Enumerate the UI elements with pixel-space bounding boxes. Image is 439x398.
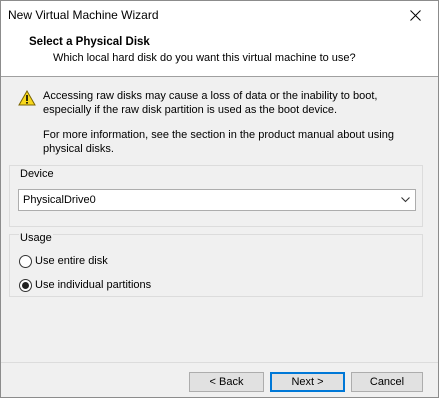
device-select-value: PhysicalDrive0 <box>23 194 96 206</box>
close-icon <box>409 9 421 21</box>
use-individual-partitions-radio[interactable]: Use individual partitions <box>19 278 151 292</box>
chevron-down-icon <box>401 197 410 203</box>
wizard-header: Select a Physical Disk Which local hard … <box>1 29 438 77</box>
title-bar: New Virtual Machine Wizard <box>1 1 438 29</box>
radio-circle[interactable] <box>19 278 32 292</box>
info-line: For more information, see the section in… <box>43 129 394 141</box>
info-message: For more information, see the section in… <box>43 128 413 156</box>
warning-line: Accessing raw disks may cause a loss of … <box>43 90 378 102</box>
warning-icon <box>18 90 36 106</box>
device-select[interactable]: PhysicalDrive0 <box>18 189 416 211</box>
back-button[interactable]: < Back <box>189 372 264 392</box>
next-button[interactable]: Next > <box>270 372 345 392</box>
usage-group-label: Usage <box>19 232 53 244</box>
radio-label: Use individual partitions <box>35 279 152 291</box>
footer-divider <box>1 362 438 363</box>
use-entire-disk-radio[interactable]: Use entire disk <box>19 254 108 268</box>
radio-label: Use entire disk <box>35 255 108 267</box>
cancel-button[interactable]: Cancel <box>351 372 423 392</box>
page-title: Select a Physical Disk <box>29 36 150 48</box>
page-subtitle: Which local hard disk do you want this v… <box>53 52 356 64</box>
radio-circle[interactable] <box>19 254 32 268</box>
wizard-window: New Virtual Machine Wizard Select a Phys… <box>0 0 439 398</box>
window-title: New Virtual Machine Wizard <box>8 8 159 22</box>
close-button[interactable] <box>392 1 438 29</box>
device-group-label: Device <box>19 168 55 180</box>
warning-line: especially if the raw disk partition is … <box>43 104 338 116</box>
info-line: physical disks. <box>43 143 114 155</box>
warning-message: Accessing raw disks may cause a loss of … <box>43 89 413 117</box>
